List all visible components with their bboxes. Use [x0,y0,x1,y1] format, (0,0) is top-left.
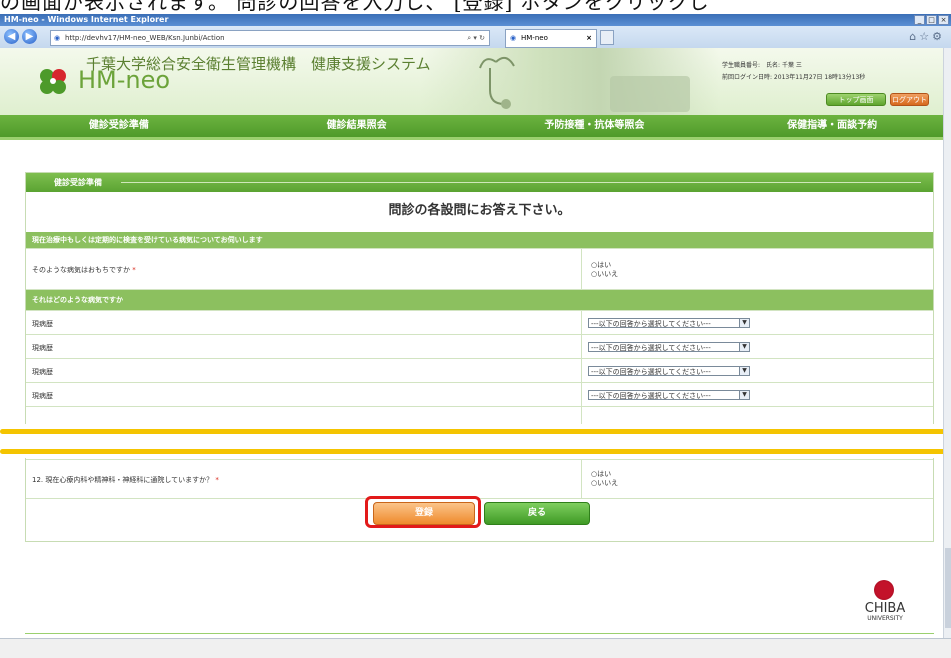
forward-arrow-icon[interactable]: ▶ [22,29,37,44]
question-label: そのような病気はおもちですか [32,266,130,274]
vertical-scrollbar[interactable] [943,48,951,638]
section-label: 現在治療中もしくは定期的に検査を受けている病気についてお伺いします [32,236,263,244]
page-icon: ◉ [54,34,61,42]
nav-item-checkup-results[interactable]: 健診結果照会 [238,115,476,137]
window-controls: _ □ × [914,15,949,25]
scrollbar-thumb[interactable] [945,548,951,628]
user-name-line: 学生職員番号: 氏名: 千葉 三 [722,62,802,69]
history-label: 現病歴 [32,344,53,352]
site-header: 千葉大学総合安全衛生管理機構 健康支援システム HM-neo 学生職員番号: 氏… [0,48,951,116]
history-select[interactable]: ---以下の回答から選択してください--- ▼ [588,318,750,328]
nav-divider [0,137,951,140]
address-url: http://devhv17/HM-neo_WEB/Ksn.Junbi/Acti… [65,34,225,42]
document-caption: の画面が表示されます。 問診の回答を入力し、 [登録] ボタンをクリックし [0,0,951,14]
select-value: ---以下の回答から選択してください--- [591,344,711,352]
column-divider [581,335,582,358]
logout-button[interactable]: ログアウト [890,93,929,106]
browser-toolbar: ◀ ▶ ◉ http://devhv17/HM-neo_WEB/Ksn.Junb… [0,26,951,49]
nav-item-health-guidance[interactable]: 保健指導・面談予約 [713,115,951,137]
chevron-down-icon: ▼ [739,367,749,375]
history-select[interactable]: ---以下の回答から選択してください--- ▼ [588,342,750,352]
history-label: 現病歴 [32,392,53,400]
column-divider [581,249,582,289]
header-photo [420,48,720,115]
question-text: 12. 現在心療内科や精神科・神経科に通院していますか？ * [32,475,219,485]
panel-header-rule [121,182,921,183]
section-row-current-treatment: 現在治療中もしくは定期的に検査を受けている病気についてお伺いします [26,232,933,249]
back-button[interactable]: 戻る [484,502,590,525]
questionnaire-panel: 健診受診準備 問診の各設問にお答え下さい。 現在治療中もしくは定期的に検査を受け… [25,172,934,542]
column-divider [581,359,582,382]
chevron-down-icon: ▼ [739,391,749,399]
chevron-down-icon: ▼ [739,319,749,327]
section-label: それはどのような病気ですか [32,296,123,304]
chiba-university-logo: CHIBA UNIVERSITY [852,580,918,630]
history-row: 現病歴 ---以下の回答から選択してください--- ▼ [26,383,933,407]
stethoscope-image-icon [479,56,690,112]
radio-yes[interactable]: ○はい [591,261,618,270]
history-select[interactable]: ---以下の回答から選択してください--- ▼ [588,366,750,376]
radio-group: ○はい ○いいえ [591,261,618,279]
logo-text: HM-neo [78,66,171,94]
column-divider [581,311,582,334]
history-row: 現病歴 ---以下の回答から選択してください--- ▼ [26,311,933,335]
panel-heading: 健診受診準備 [54,178,102,187]
question-row-has-illness: そのような病気はおもちですか * ○はい ○いいえ [26,249,933,290]
history-label: 現病歴 [32,320,53,328]
radio-group: ○はい ○いいえ [591,470,618,488]
top-page-button[interactable]: トップ画面 [826,93,886,106]
select-value: ---以下の回答から選択してください--- [591,368,711,376]
back-arrow-icon[interactable]: ◀ [4,29,19,44]
chiba-emblem-icon [874,580,894,600]
chiba-logo-subtext: UNIVERSITY [867,615,903,622]
chiba-logo-text: CHIBA [864,601,906,616]
home-star-icons[interactable]: ⌂☆⚙ [909,30,945,43]
question-label: 12. 現在心療内科や精神科・神経科に通院していますか？ [32,476,214,484]
tab-close-icon[interactable]: × [586,30,592,47]
browser-tab[interactable]: ◉ HM-neo × [505,29,597,48]
column-divider [581,383,582,406]
required-mark: * [132,266,136,274]
radio-yes[interactable]: ○はい [591,470,618,479]
omission-line-top [0,429,951,434]
nav-item-vaccination[interactable]: 予防接種・抗体等照会 [476,115,714,137]
required-mark: * [215,476,219,484]
section-row-illness-kind: それはどのような病気ですか [26,290,933,311]
radio-no[interactable]: ○いいえ [591,270,618,279]
search-icon[interactable]: ⌕ ▾ ↻ [467,31,485,45]
maximize-button[interactable]: □ [926,15,937,25]
browser-status-bar [0,638,951,658]
hm-neo-logo: HM-neo [34,64,184,98]
chevron-down-icon: ▼ [739,343,749,351]
minimize-button[interactable]: _ [914,15,925,25]
new-tab-button[interactable] [600,30,614,45]
history-row: 現病歴 ---以下の回答から選択してください--- ▼ [26,359,933,383]
last-login-line: 前回ログイン日時: 2013年11月27日 18時13分13秒 [722,74,866,81]
select-value: ---以下の回答から選択してください--- [591,320,711,328]
close-window-button[interactable]: × [938,15,949,25]
omission-line-bottom [0,449,951,454]
column-divider [581,460,582,498]
clover-logo-icon [40,69,66,94]
tab-favicon-icon: ◉ [510,34,517,42]
radio-no[interactable]: ○いいえ [591,479,618,488]
user-info: 学生職員番号: 氏名: 千葉 三 前回ログイン日時: 2013年11月27日 1… [722,60,865,84]
window-title-bar: HM-neo - Windows Internet Explorer _ □ × [0,14,951,26]
panel-header: 健診受診準備 [26,173,933,192]
select-value: ---以下の回答から選択してください--- [591,392,711,400]
history-label: 現病歴 [32,368,53,376]
register-button[interactable]: 登録 [373,502,475,525]
window-title: HM-neo - Windows Internet Explorer [4,15,169,24]
form-title: 問診の各設問にお答え下さい。 [388,203,571,218]
question-text: そのような病気はおもちですか * [32,265,136,275]
footer-divider [25,633,934,634]
nav-item-checkup-prep[interactable]: 健診受診準備 [0,115,238,137]
history-row: 現病歴 ---以下の回答から選択してください--- ▼ [26,335,933,359]
question-row-psychiatric: 12. 現在心療内科や精神科・神経科に通院していますか？ * ○はい ○いいえ [26,459,933,499]
history-select[interactable]: ---以下の回答から選択してください--- ▼ [588,390,750,400]
main-nav: 健診受診準備 健診結果照会 予防接種・抗体等照会 保健指導・面談予約 [0,115,951,137]
address-bar[interactable]: ◉ http://devhv17/HM-neo_WEB/Ksn.Junbi/Ac… [50,30,490,46]
tab-label: HM-neo [521,34,548,42]
